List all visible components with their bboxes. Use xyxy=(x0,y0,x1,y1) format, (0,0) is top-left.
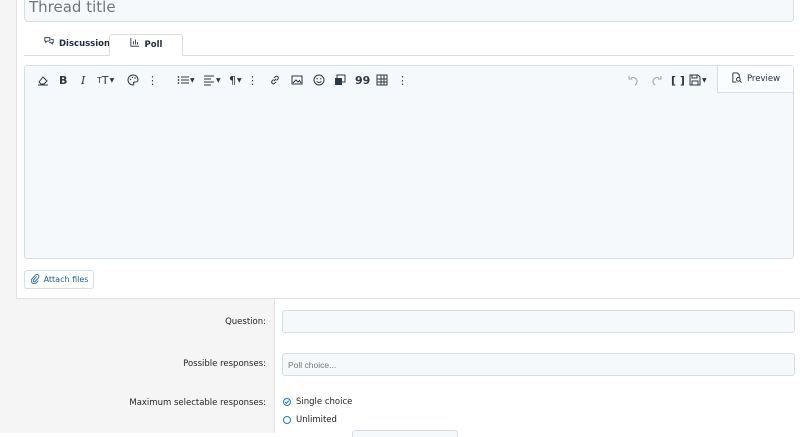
poll-choice-input[interactable] xyxy=(282,353,795,376)
toggle-bbcode-icon[interactable]: [ ] xyxy=(671,73,685,87)
more-text-options-icon[interactable]: ⋮ xyxy=(147,73,158,87)
editor-toolbar: B I T T ▼ ⋮ ▼ ▼ ¶ ▼ ⋮ 99 ⋮ [] ▼ Preview xyxy=(25,66,793,94)
image-icon[interactable] xyxy=(291,73,303,87)
post-type-tabs: Discussion Poll xyxy=(24,34,794,56)
radio-checked-icon xyxy=(283,398,291,406)
more-insert-options-icon[interactable]: ⋮ xyxy=(397,73,408,87)
quote-icon[interactable]: 99 xyxy=(355,73,370,87)
chat-bubbles-icon xyxy=(44,34,54,55)
left-rail xyxy=(0,0,17,433)
rich-text-editor[interactable]: B I T T ▼ ⋮ ▼ ▼ ¶ ▼ ⋮ 99 ⋮ [] ▼ Preview xyxy=(24,65,794,259)
question-input[interactable] xyxy=(282,310,795,333)
paragraph-icon[interactable]: ¶ ▼ xyxy=(229,73,242,87)
preview-label: Preview xyxy=(746,74,781,84)
radio-single-choice[interactable]: Single choice xyxy=(283,397,352,407)
tab-label: Poll xyxy=(144,39,163,50)
drafts-icon[interactable]: ▼ xyxy=(689,73,707,87)
eraser-icon[interactable] xyxy=(37,73,49,87)
preview-icon xyxy=(731,72,742,86)
preview-button[interactable]: Preview xyxy=(717,66,793,93)
radio-unlimited[interactable]: Unlimited xyxy=(283,415,337,425)
poll-form-labels: Question: Possible responses: Maximum se… xyxy=(16,299,275,433)
radio-unchecked-icon xyxy=(283,416,291,424)
media-icon[interactable] xyxy=(334,73,346,87)
radio-label: Single choice xyxy=(296,397,353,407)
undo-icon[interactable] xyxy=(628,73,640,87)
palette-icon[interactable] xyxy=(127,73,139,87)
table-icon[interactable] xyxy=(376,73,388,87)
question-label: Question: xyxy=(225,317,266,327)
attach-files-button[interactable]: Attach files xyxy=(24,270,94,289)
tab-discussion[interactable]: Discussion xyxy=(34,34,120,55)
tab-poll[interactable]: Poll xyxy=(109,34,183,56)
max-selectable-label: Maximum selectable responses: xyxy=(129,398,266,408)
attach-files-label: Attach files xyxy=(43,275,89,284)
link-icon[interactable] xyxy=(269,73,281,87)
radio-label: Unlimited xyxy=(296,415,337,425)
max-responses-input[interactable] xyxy=(352,430,458,437)
italic-icon[interactable]: I xyxy=(81,73,85,87)
bar-chart-icon xyxy=(129,35,140,56)
bold-icon[interactable]: B xyxy=(59,73,67,87)
thread-title-input[interactable] xyxy=(24,0,794,22)
possible-responses-label: Possible responses: xyxy=(183,359,266,369)
paperclip-icon xyxy=(30,273,40,286)
redo-icon[interactable] xyxy=(650,73,662,87)
text-size-icon[interactable]: T T ▼ xyxy=(97,73,114,87)
more-paragraph-options-icon[interactable]: ⋮ xyxy=(247,73,258,87)
align-icon[interactable]: ▼ xyxy=(203,73,221,87)
list-icon[interactable]: ▼ xyxy=(177,73,195,87)
tab-label: Discussion xyxy=(59,39,111,49)
smiley-icon[interactable] xyxy=(313,73,325,87)
